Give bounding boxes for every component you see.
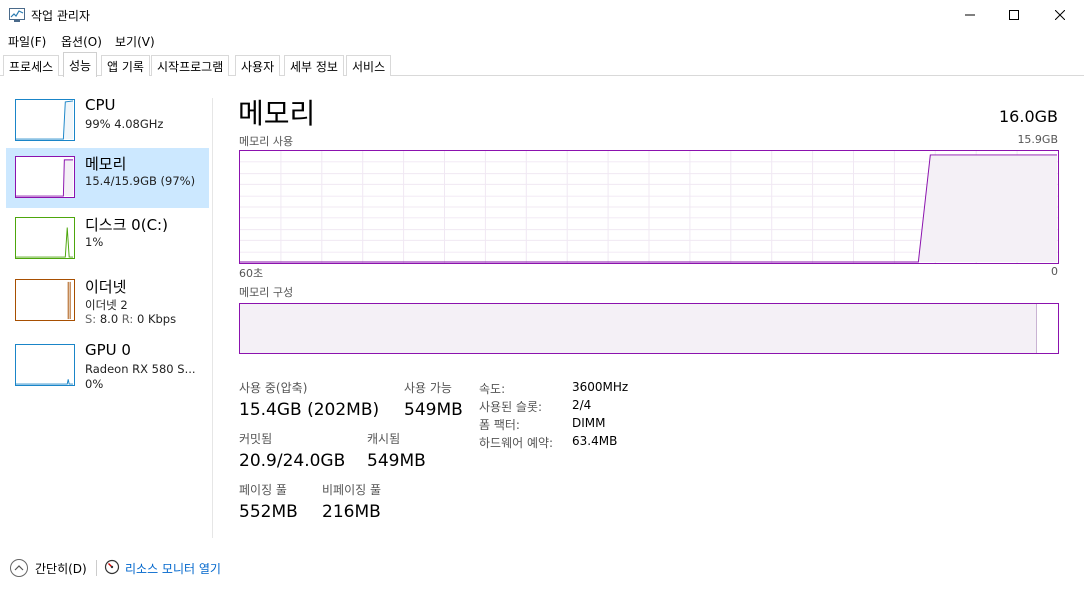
chevron-up-glyph bbox=[14, 565, 24, 571]
maximize-icon bbox=[1009, 10, 1019, 20]
tab-services[interactable]: 서비스 bbox=[346, 55, 392, 76]
sidebar-item-detail: Radeon RX 580 S... bbox=[85, 362, 196, 376]
sidebar-divider bbox=[212, 98, 213, 538]
memory-thumbnail bbox=[15, 156, 75, 198]
tab-details[interactable]: 세부 정보 bbox=[284, 55, 344, 76]
resource-monitor-icon bbox=[104, 559, 120, 575]
nonpaged-pool-value: 216MB bbox=[322, 502, 381, 522]
sidebar-item-detail: 99% 4.08GHz bbox=[85, 117, 164, 131]
disk-thumbnail bbox=[15, 217, 75, 259]
paged-pool-label: 페이징 풀 bbox=[239, 483, 287, 497]
sidebar-item-detail: 1% bbox=[85, 235, 104, 249]
menu-options[interactable]: 옵션(O) bbox=[61, 33, 102, 50]
page-title: 메모리 bbox=[238, 97, 316, 130]
sidebar-item-detail: 15.4/15.9GB (97%) bbox=[85, 174, 196, 188]
speed-key: 속도: bbox=[479, 382, 506, 396]
committed-value: 20.9/24.0GB bbox=[239, 451, 346, 471]
in-use-label: 사용 중(압축) bbox=[239, 381, 308, 395]
committed-label: 커밋됨 bbox=[239, 432, 273, 446]
sidebar-item-detail: 이더넷 2 bbox=[85, 298, 128, 312]
tab-performance[interactable]: 성능 bbox=[63, 52, 98, 77]
menu-file[interactable]: 파일(F) bbox=[8, 33, 46, 50]
cached-label: 캐시됨 bbox=[367, 432, 401, 446]
slots-key: 사용된 슬롯: bbox=[479, 400, 543, 414]
ethernet-thumbnail bbox=[15, 279, 75, 321]
fewer-details-button[interactable]: 간단히(D) bbox=[35, 560, 87, 577]
resource-sidebar: CPU 99% 4.08GHz 메모리 15.4/15.9GB (97%) 디스… bbox=[0, 77, 213, 540]
sidebar-item-gpu[interactable]: GPU 0 Radeon RX 580 S... 0% bbox=[6, 336, 209, 396]
maximize-button[interactable] bbox=[991, 0, 1037, 30]
in-use-value: 15.4GB (202MB) bbox=[239, 400, 380, 420]
task-manager-icon bbox=[9, 8, 25, 22]
sidebar-item-cpu[interactable]: CPU 99% 4.08GHz bbox=[6, 91, 209, 151]
hardware-reserved-key: 하드웨어 예약: bbox=[479, 436, 554, 450]
speed-value: 3600MHz bbox=[572, 380, 629, 394]
memory-total: 16.0GB bbox=[999, 107, 1058, 126]
tab-startup[interactable]: 시작프로그램 bbox=[151, 55, 230, 76]
hardware-reserved-value: 63.4MB bbox=[572, 434, 618, 448]
sidebar-item-title: CPU bbox=[85, 96, 116, 114]
close-icon bbox=[1055, 10, 1065, 20]
chevron-up-icon[interactable] bbox=[10, 559, 28, 577]
sidebar-item-title: 메모리 bbox=[85, 155, 127, 173]
composition-graph-label: 메모리 구성 bbox=[239, 286, 294, 299]
available-label: 사용 가능 bbox=[404, 381, 452, 395]
cpu-thumbnail bbox=[15, 99, 75, 141]
slots-value: 2/4 bbox=[572, 398, 592, 412]
menu-view[interactable]: 보기(V) bbox=[115, 33, 155, 50]
sidebar-item-disk[interactable]: 디스크 0(C:) 1% bbox=[6, 209, 209, 269]
open-resource-monitor-link[interactable]: 리소스 모니터 열기 bbox=[125, 560, 221, 577]
cached-value: 549MB bbox=[367, 451, 426, 471]
tab-processes[interactable]: 프로세스 bbox=[3, 55, 60, 76]
sidebar-item-title: 디스크 0(C:) bbox=[85, 216, 168, 234]
memory-composition-graph bbox=[239, 303, 1059, 354]
tab-app-history[interactable]: 앱 기록 bbox=[101, 55, 150, 76]
usage-graph-label: 메모리 사용 bbox=[239, 135, 294, 148]
window-title: 작업 관리자 bbox=[31, 9, 91, 23]
sidebar-item-ethernet[interactable]: 이더넷 이더넷 2 S: 8.0 R: 0 Kbps bbox=[6, 271, 209, 331]
sidebar-item-throughput: S: 8.0 R: 0 Kbps bbox=[85, 312, 177, 326]
title-bar: 작업 관리자 bbox=[0, 0, 1084, 30]
tab-users[interactable]: 사용자 bbox=[235, 55, 281, 76]
minimize-icon bbox=[965, 14, 975, 16]
paged-pool-value: 552MB bbox=[239, 502, 298, 522]
graph-time-right: 0 bbox=[1051, 265, 1058, 278]
graph-time-left: 60초 bbox=[239, 267, 264, 280]
gpu-thumbnail bbox=[15, 344, 75, 386]
available-value: 549MB bbox=[404, 400, 463, 420]
bottom-divider bbox=[96, 560, 97, 576]
menu-bar: 파일(F) 옵션(O) 보기(V) bbox=[0, 30, 1084, 52]
usage-graph-max: 15.9GB bbox=[1017, 133, 1058, 146]
sidebar-item-title: GPU 0 bbox=[85, 341, 131, 359]
nonpaged-pool-label: 비페이징 풀 bbox=[322, 483, 382, 497]
sidebar-item-memory[interactable]: 메모리 15.4/15.9GB (97%) bbox=[6, 148, 209, 208]
tab-bar: 프로세스 성능 앱 기록 시작프로그램 사용자 세부 정보 서비스 bbox=[0, 52, 1084, 77]
memory-usage-graph bbox=[239, 150, 1059, 264]
close-button[interactable] bbox=[1037, 0, 1083, 30]
sidebar-item-utilization: 0% bbox=[85, 377, 104, 391]
minimize-button[interactable] bbox=[947, 0, 993, 30]
form-factor-key: 폼 팩터: bbox=[479, 418, 520, 432]
sidebar-item-title: 이더넷 bbox=[85, 278, 127, 296]
bottom-bar: 간단히(D) 리소스 모니터 열기 bbox=[0, 552, 1084, 582]
composition-in-use-segment bbox=[240, 304, 1037, 353]
form-factor-value: DIMM bbox=[572, 416, 606, 430]
